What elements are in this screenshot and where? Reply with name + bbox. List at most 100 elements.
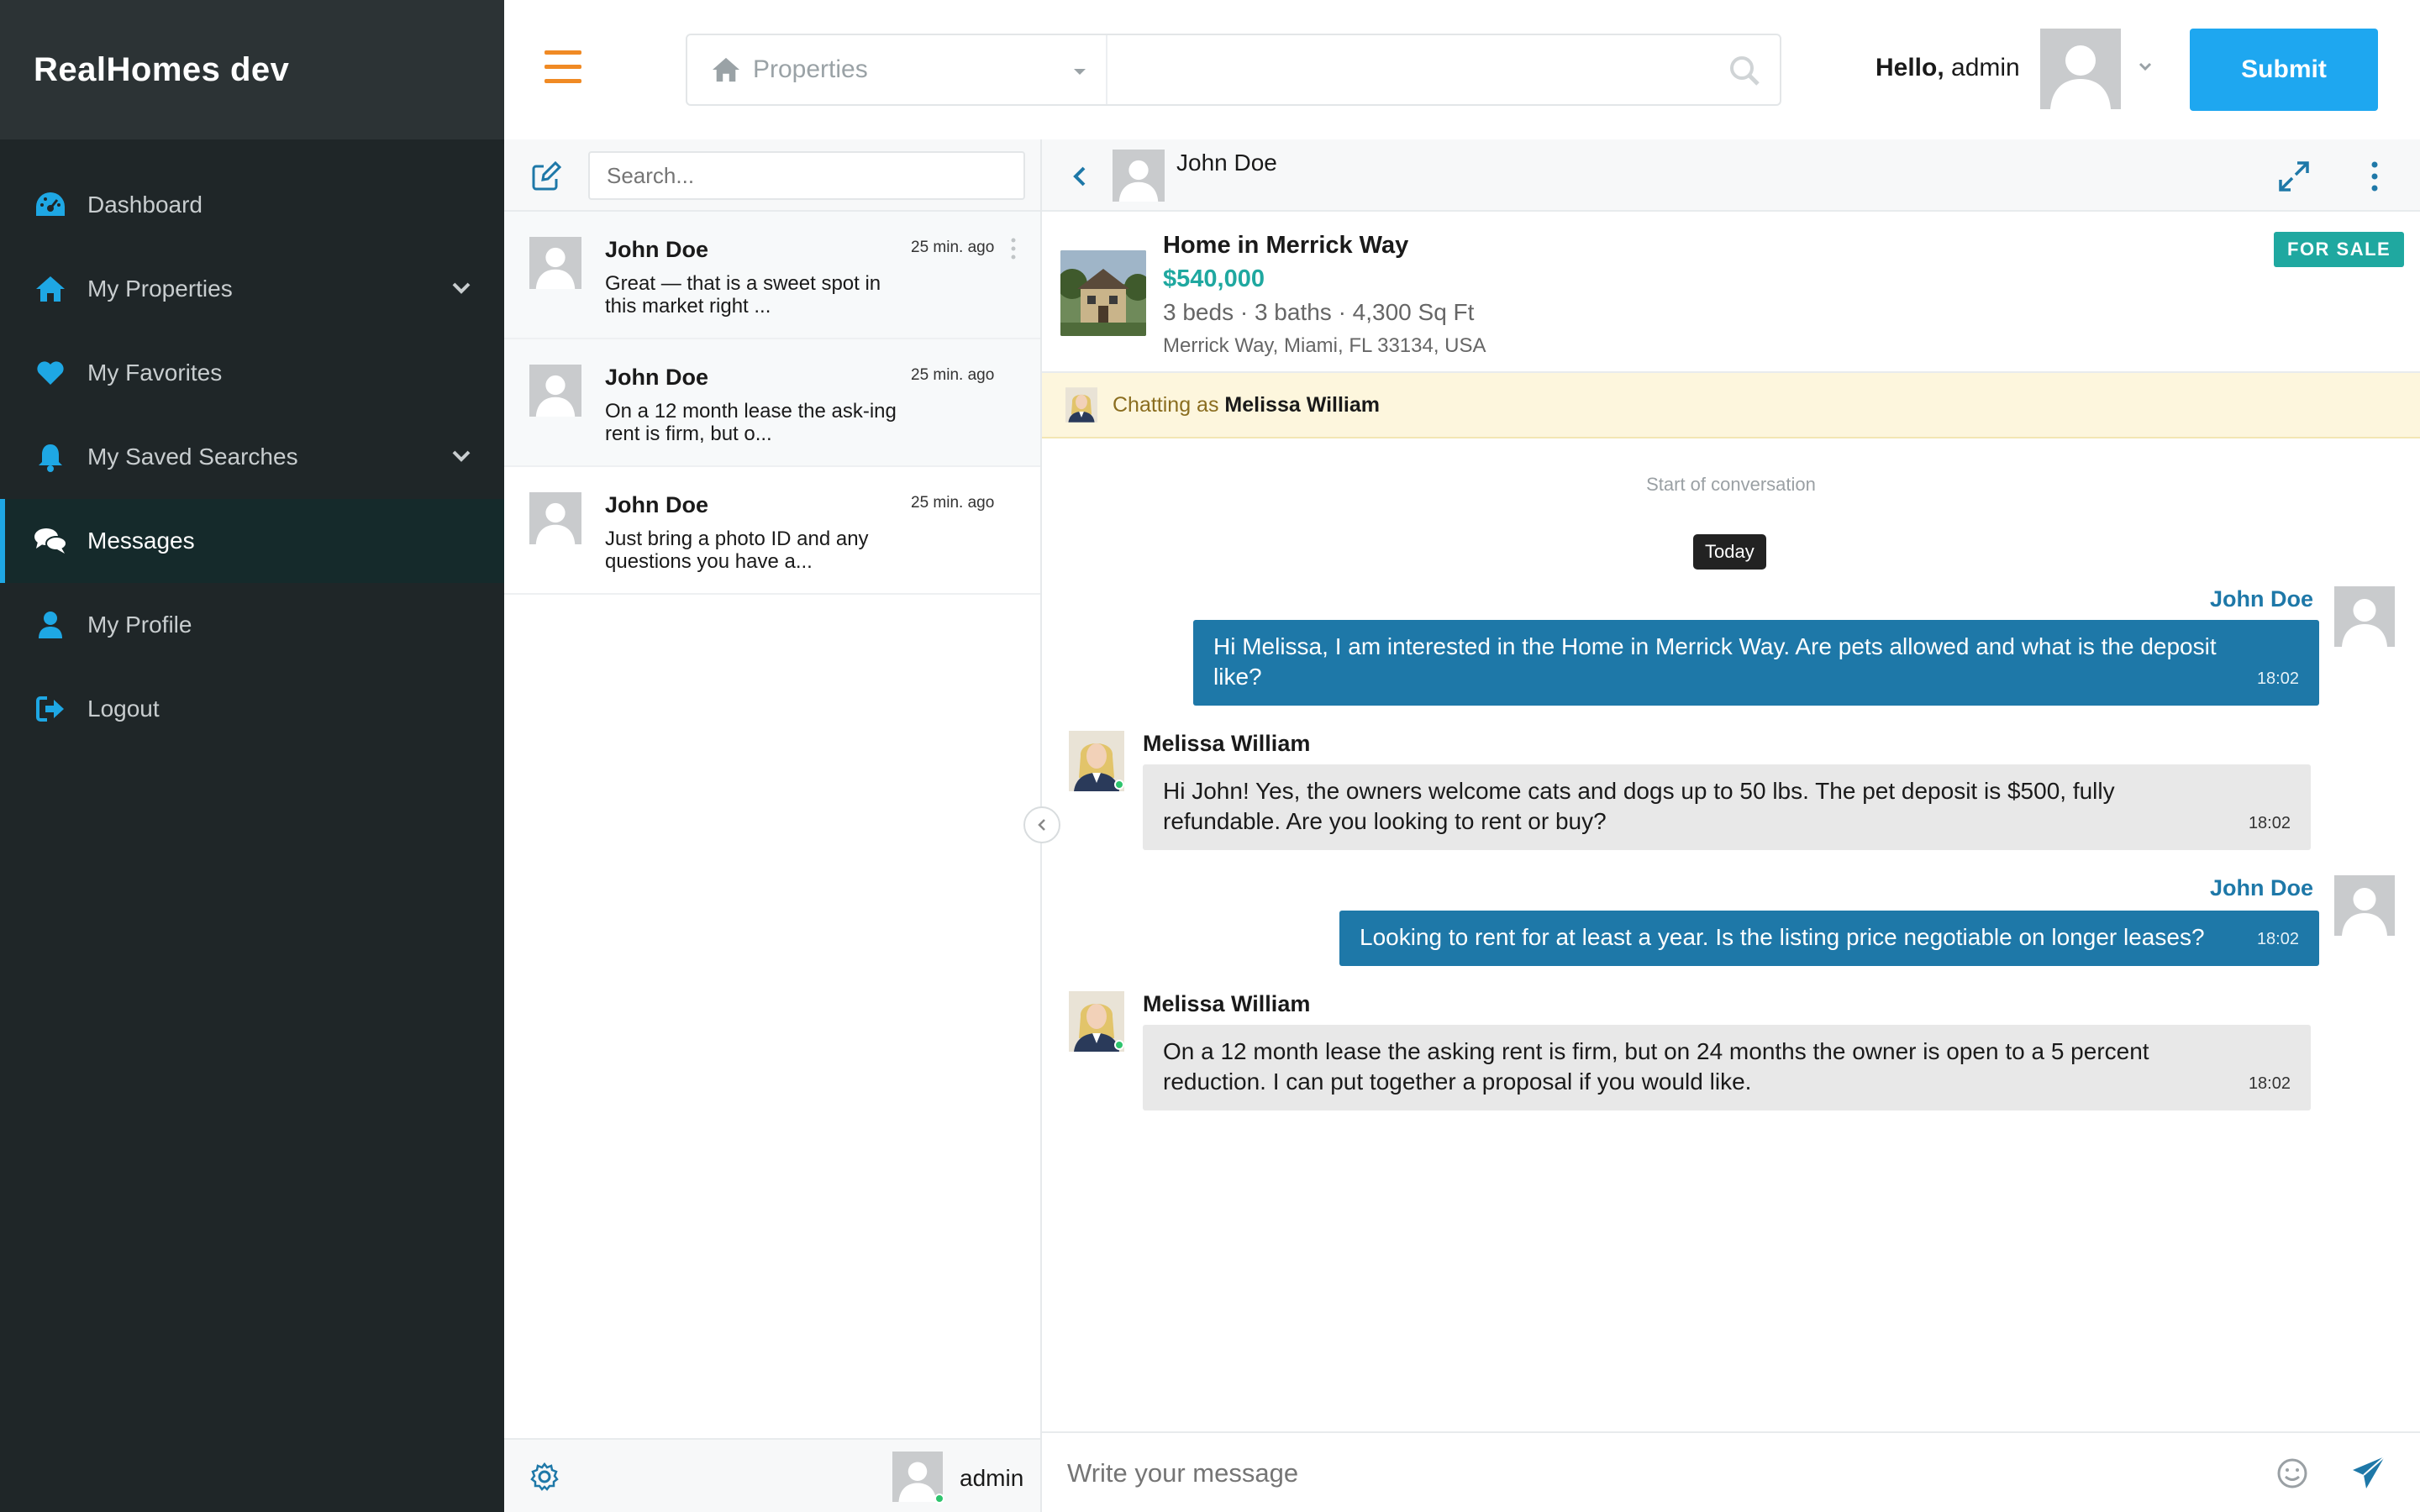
sidebar-item-my-properties[interactable]: My Properties [0,247,504,331]
more-vertical-icon[interactable] [1010,237,1017,260]
sidebar-item-label: Logout [87,696,160,722]
sidebar-item-label: My Saved Searches [87,444,298,470]
sidebar-item-my-profile[interactable]: My Profile [0,583,504,667]
chevron-down-icon[interactable] [2138,60,2153,72]
message-sender: John Doe [2210,586,2314,612]
chat-icon [34,524,67,558]
message-time: 18:02 [2256,669,2299,688]
send-icon[interactable] [2349,1453,2388,1492]
message-text: On a 12 month lease the asking rent is f… [1163,1038,2149,1095]
user-icon [34,608,67,642]
chatting-as-prefix: Chatting as [1113,393,1219,417]
status-badge: FOR SALE [2274,232,2405,267]
avatar [529,365,581,417]
caret-down-icon [1074,69,1086,75]
message-composer [1042,1431,2420,1512]
message-bubble: Hi Melissa, I am interested in the Home … [1193,620,2319,706]
avatar [529,492,581,544]
conversation-toolbar [504,139,1040,212]
property-search-bar: Properties [686,34,1781,106]
message-input[interactable] [1067,1450,2244,1497]
online-status-dot [1114,1040,1124,1050]
search-type-label: Properties [753,55,868,83]
conversation-name: John Doe [605,237,709,262]
greeting-prefix: Hello, [1876,54,1944,81]
chevron-down-icon[interactable] [449,444,474,469]
chevron-left-icon [1038,819,1045,831]
chevron-down-icon[interactable] [449,276,474,301]
message-bubble: On a 12 month lease the asking rent is f… [1143,1025,2311,1110]
sidebar-item-label: Messages [87,528,195,554]
sidebar: RealHomes dev Dashboard My Properties My… [0,0,504,1512]
conversation-time: 25 min. ago [911,494,995,512]
conversation-search-input[interactable] [588,151,1025,200]
conversation-preview: Great — that is a sweet spot in this mar… [605,272,881,318]
online-status-dot [1114,780,1124,790]
sidebar-item-label: Dashboard [87,192,203,218]
avatar [2334,586,2395,647]
search-type-select[interactable]: Properties [687,35,1107,104]
chatting-as-banner: Chatting as Melissa William [1042,373,2420,438]
conversation-list-panel: John Doe 25 min. ago Great — that is a s… [504,139,1042,1512]
message-text: Hi John! Yes, the owners welcome cats an… [1163,778,2115,834]
message-bubble: Looking to rent for at least a year. Is … [1339,911,2319,966]
search-input[interactable] [1107,35,1780,104]
heart-icon [34,356,67,390]
avatar[interactable] [2040,29,2121,109]
message-sender: Melissa William [1143,991,1311,1016]
listing-card[interactable]: Home in Merrick Way $540,000 3 beds · 3 … [1042,212,2420,373]
brand-name: RealHomes dev [34,50,290,88]
listing-thumbnail [1060,250,1146,336]
sidebar-item-my-favorites[interactable]: My Favorites [0,331,504,415]
brand[interactable]: RealHomes dev [0,0,504,139]
message-bubble: Hi John! Yes, the owners welcome cats an… [1143,764,2311,850]
sidebar-item-messages[interactable]: Messages [0,499,504,583]
footer-username: admin [960,1465,1024,1491]
more-vertical-icon[interactable] [2370,160,2380,193]
conversation-item[interactable]: John Doe 25 min. ago On a 12 month lease… [504,339,1040,467]
listing-price: $540,000 [1163,265,1265,292]
home-icon [34,272,67,306]
chat-header: John Doe [1042,139,2420,212]
logout-icon [34,692,67,726]
chat-contact-name: John Doe [1176,150,1277,176]
search-icon[interactable] [1728,54,1761,87]
chatting-as-name: Melissa William [1224,393,1380,417]
sidebar-item-logout[interactable]: Logout [0,667,504,751]
sidebar-item-my-saved-searches[interactable]: My Saved Searches [0,415,504,499]
submit-button[interactable]: Submit [2190,29,2378,111]
compose-icon[interactable] [531,161,561,192]
online-status-dot [934,1494,944,1504]
panel-collapse-button[interactable] [1023,806,1060,843]
conversation-name: John Doe [605,365,709,390]
bell-icon [34,440,67,474]
listing-address: Merrick Way, Miami, FL 33134, USA [1163,334,1486,357]
conversation-item[interactable]: John Doe 25 min. ago Just bring a photo … [504,467,1040,595]
greeting-username: admin [1951,54,2020,81]
menu-toggle-button[interactable] [544,50,581,87]
dashboard-icon [34,188,67,222]
conversation-item[interactable]: John Doe 25 min. ago Great — that is a s… [504,212,1040,339]
emoji-icon[interactable] [2275,1457,2309,1490]
conversation-start-label: Start of conversation [1646,474,1816,495]
avatar [1065,386,1097,423]
back-icon[interactable] [1067,161,1094,192]
conversation-time: 25 min. ago [911,366,995,384]
avatar [529,237,581,289]
sidebar-item-label: My Profile [87,612,192,638]
message-time: 18:02 [2256,930,2299,948]
listing-title: Home in Merrick Way [1163,232,1409,259]
message-time: 18:02 [2248,814,2291,832]
message-text: Looking to rent for at least a year. Is … [1360,924,2205,950]
top-header: Properties Hello, admin Submit [504,0,2420,139]
sidebar-nav: Dashboard My Properties My Favorites My … [0,163,504,751]
message-sender: John Doe [2210,875,2314,900]
listing-specs: 3 beds · 3 baths · 4,300 Sq Ft [1163,299,1475,325]
gear-icon[interactable] [529,1462,560,1492]
expand-icon[interactable] [2277,160,2311,193]
sidebar-item-label: My Properties [87,276,233,302]
message-text: Hi Melissa, I am interested in the Home … [1213,633,2217,690]
conversation-preview: On a 12 month lease the ask-ing rent is … [605,400,897,445]
sidebar-item-dashboard[interactable]: Dashboard [0,163,504,247]
sidebar-item-label: My Favorites [87,360,223,386]
